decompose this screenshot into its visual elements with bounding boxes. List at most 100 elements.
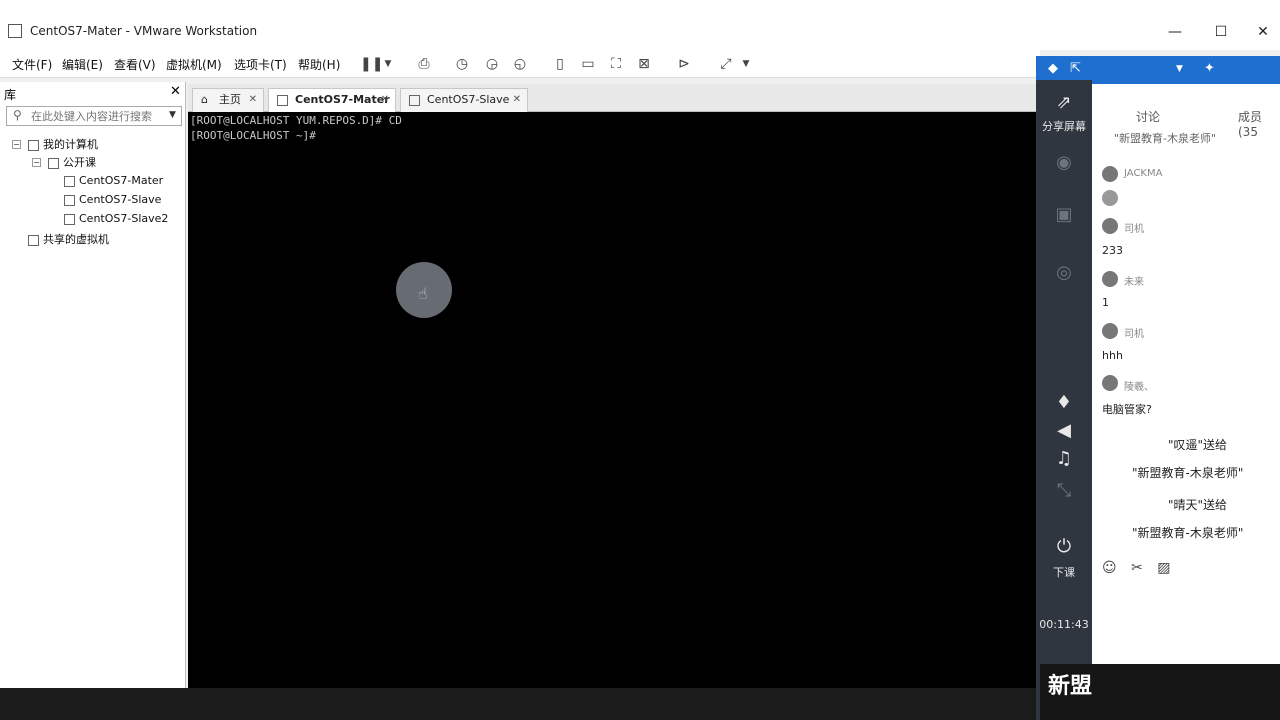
menu-vm[interactable]: 虚拟机(M) [166,56,222,73]
close-window-button[interactable]: ✕ [1248,22,1278,42]
computer-icon [28,139,39,151]
console-line: [ROOT@LOCALHOST ~]# [190,129,316,142]
menu-toolbar: 文件(F) 编辑(E) 查看(V) 虚拟机(M) 选项卡(T) 帮助(H) ❚❚… [0,50,1040,78]
thumbnail-bar-icon[interactable]: ▭ [578,54,598,74]
shared-vm-icon [28,234,39,246]
tab-home[interactable]: ⌂ 主页 ✕ [192,88,264,112]
end-class-label: 下课 [1053,566,1075,579]
menu-edit[interactable]: 编辑(E) [62,56,103,73]
tab-bar: ⌂ 主页 ✕ CentOS7-Mater ✕ CentOS7-Slave ✕ [188,84,1036,112]
tree-my-computer[interactable]: 我的计算机 [28,136,98,152]
gift-notice: "晴天"送给 [1168,498,1228,512]
camera-icon[interactable]: ◉ [1036,152,1092,173]
vmware-app-icon [8,24,22,38]
tab-discussion[interactable]: 讨论 [1136,108,1160,125]
board-icon[interactable]: ▣ [1036,204,1092,225]
watermark-brand: 新盟 [1040,664,1280,720]
message-sender: 司机 [1124,329,1144,340]
message-sender: 陵羲、 [1124,382,1154,393]
chat-panel: 讨论 成员(35 "新盟教育-木泉老师" JACKMA 司机 233 未来 1 … [1092,84,1280,720]
end-class-icon[interactable]: ⏻ [1036,536,1092,557]
sidebar-toggle-icon[interactable]: ▯ [550,54,570,74]
pause-icon[interactable]: ❚❚ [360,54,383,74]
speaker-icon[interactable]: ◀ [1036,420,1092,441]
expand-icon[interactable]: ⤡ [1036,480,1092,501]
mouse-cursor-highlight: ☝ [396,262,452,318]
send-keys-icon[interactable]: ⎙ [414,54,434,74]
search-icon: ⚲ [13,108,22,122]
popout-icon[interactable]: ⇱ [1070,61,1081,76]
message-text: hhh [1102,349,1123,362]
library-search-box[interactable]: ⚲ ▼ [6,106,182,126]
emoji-icon[interactable]: ☺ [1102,560,1117,576]
tab-centos7-slave[interactable]: CentOS7-Slave ✕ [400,88,528,112]
snapshot-manager-icon[interactable]: ◵ [510,54,530,74]
settings-icon[interactable]: ◆ [1048,61,1058,76]
vm-icon [64,213,75,225]
library-close-button[interactable]: ✕ [170,84,181,99]
chevron-down-icon[interactable]: ▼ [1176,64,1183,74]
tree-expander[interactable]: − [32,158,41,167]
avatar [1102,166,1118,182]
message-text: 1 [1102,296,1109,309]
emoji-icon [1102,190,1118,206]
menu-file[interactable]: 文件(F) [12,56,52,73]
avatar [1102,271,1118,287]
tab-centos7-mater[interactable]: CentOS7-Mater ✕ [268,88,396,112]
avatar [1102,218,1118,234]
tab-close-icon[interactable]: ✕ [513,89,521,111]
chat-header-text: "新盟教育-木泉老师" [1114,132,1217,145]
chat-toolbar: ☺ ✂ ▨ [1102,560,1180,576]
menu-view[interactable]: 查看(V) [114,56,156,73]
gift-notice: "叹遥"送给 [1168,438,1228,452]
tree-folder[interactable]: 公开课 [48,154,96,170]
snapshot-icon[interactable]: ◷ [452,54,472,74]
tree-vm-item[interactable]: CentOS7-Mater [64,174,163,187]
message-text: 电脑管家? [1102,403,1152,416]
vm-icon [409,95,420,106]
microphone-icon[interactable]: ♦ [1036,392,1092,413]
tab-close-icon[interactable]: ✕ [249,89,257,111]
chevron-down-icon[interactable]: ▼ [378,54,398,74]
tree-shared-vms[interactable]: 共享的虚拟机 [28,231,109,247]
record-icon[interactable]: ◎ [1036,262,1092,283]
folder-icon [48,157,59,169]
tree-vm-item[interactable]: CentOS7-Slave [64,193,161,206]
console-line: [ROOT@LOCALHOST YUM.REPOS.D]# CD [190,114,402,127]
share-screen-icon[interactable]: ⇗ [1036,92,1092,113]
status-bar [0,688,1040,720]
library-panel: 库 ✕ ⚲ ▼ − 我的计算机 − 公开课 CentOS7-Mater Cent… [0,82,186,688]
revert-snapshot-icon[interactable]: ◶ [482,54,502,74]
chevron-down-icon[interactable]: ▼ [736,54,756,74]
music-icon[interactable]: ♫ [1036,448,1092,469]
console-view-icon[interactable]: ⊳ [674,54,694,74]
fullscreen-icon[interactable]: ⛶ [606,54,626,74]
stretch-view-icon[interactable]: ⤢ [716,54,736,74]
title-bar: CentOS7-Mater - VMware Workstation — ☐ ✕ [0,0,1280,50]
tab-members[interactable]: 成员(35 [1238,108,1280,139]
message-text: 233 [1102,244,1123,257]
tree-vm-item[interactable]: CentOS7-Slave2 [64,212,168,225]
avatar [1102,323,1118,339]
scissors-icon[interactable]: ✂ [1131,560,1143,576]
window-title: CentOS7-Mater - VMware Workstation [30,24,258,38]
avatar [1102,375,1118,391]
tab-close-icon[interactable]: ✕ [381,89,389,111]
chevron-down-icon[interactable]: ▼ [169,110,176,120]
image-icon[interactable]: ▨ [1157,560,1170,576]
menu-tabs[interactable]: 选项卡(T) [234,56,287,73]
vm-console[interactable]: [ROOT@LOCALHOST YUM.REPOS.D]# CD [ROOT@L… [188,112,1036,688]
tree-expander[interactable]: − [12,140,21,149]
library-search-input[interactable] [31,108,161,124]
message-sender: 司机 [1124,224,1144,235]
unity-icon[interactable]: ⊠ [634,54,654,74]
hand-cursor-icon: ☝ [418,284,428,303]
pin-icon[interactable]: ✦ [1204,61,1215,76]
minimize-button[interactable]: — [1160,22,1190,42]
home-icon: ⌂ [201,93,208,106]
brand-text: 新盟 [1048,674,1093,699]
message-sender: 未来 [1124,277,1144,288]
menu-help[interactable]: 帮助(H) [298,56,340,73]
vm-icon [277,95,288,106]
maximize-button[interactable]: ☐ [1206,22,1236,42]
